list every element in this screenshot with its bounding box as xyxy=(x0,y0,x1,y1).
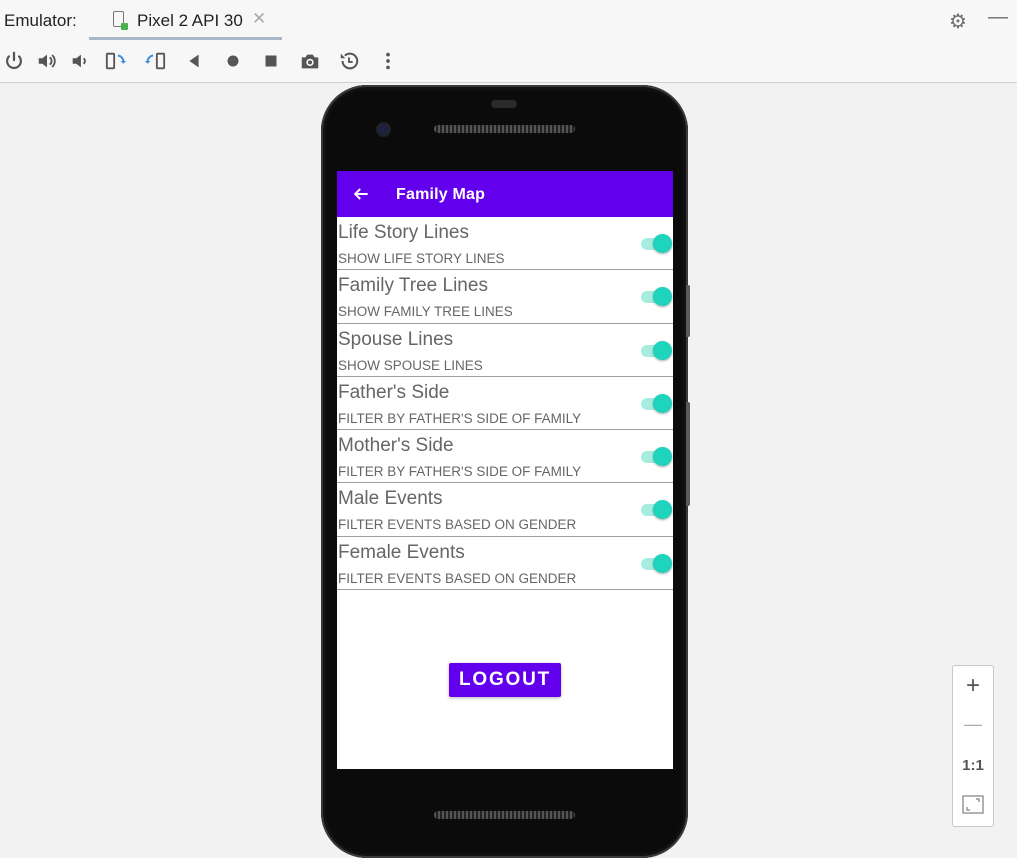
front-camera xyxy=(378,124,389,135)
setting-row-spouse-lines: Spouse Lines SHOW SPOUSE LINES xyxy=(337,324,673,377)
setting-subtitle: FILTER EVENTS BASED ON GENDER xyxy=(338,517,577,533)
tab-pixel-2-api-30[interactable]: Pixel 2 API 30 ✕ xyxy=(89,0,282,40)
toggle-switch-spouse-lines[interactable] xyxy=(641,340,672,360)
zoom-controls: + — 1:1 xyxy=(952,665,994,827)
toggle-switch-life-story-lines[interactable] xyxy=(641,234,672,253)
volume-side-button[interactable] xyxy=(686,402,690,506)
rotate-left-icon[interactable] xyxy=(105,50,127,72)
gear-icon[interactable]: ⚙ xyxy=(949,9,967,34)
setting-title: Life Story Lines xyxy=(338,222,469,243)
logout-button[interactable]: LOGOUT xyxy=(449,663,561,697)
rotate-right-icon[interactable] xyxy=(144,50,166,72)
setting-title: Mother's Side xyxy=(338,435,454,457)
switch-knob xyxy=(653,340,672,360)
bottom-speaker-grille xyxy=(434,811,575,819)
app-bar: Family Map xyxy=(337,171,673,217)
setting-subtitle: SHOW SPOUSE LINES xyxy=(338,357,483,373)
switch-knob xyxy=(653,287,672,307)
setting-subtitle: FILTER BY FATHER'S SIDE OF FAMILY xyxy=(338,464,582,480)
minimize-icon[interactable]: — xyxy=(988,6,1008,29)
zoom-out-button[interactable]: — xyxy=(953,714,993,735)
top-speaker-grille xyxy=(434,125,575,133)
toggle-switch-male-events[interactable] xyxy=(641,500,672,520)
setting-subtitle: FILTER EVENTS BASED ON GENDER xyxy=(338,570,577,586)
power-side-button[interactable] xyxy=(686,285,690,337)
back-icon[interactable] xyxy=(183,50,205,72)
toggle-switch-mothers-side[interactable] xyxy=(641,447,672,467)
setting-subtitle: SHOW LIFE STORY LINES xyxy=(338,251,505,266)
setting-row-fathers-side: Father's Side FILTER BY FATHER'S SIDE OF… xyxy=(337,377,673,431)
setting-row-female-events: Female Events FILTER EVENTS BASED ON GEN… xyxy=(337,537,673,591)
tab-title: Pixel 2 API 30 xyxy=(137,11,243,30)
setting-title: Male Events xyxy=(338,488,443,510)
setting-title: Family Tree Lines xyxy=(338,275,488,297)
arrow-back-icon[interactable] xyxy=(351,184,371,204)
switch-knob xyxy=(653,234,672,253)
setting-title: Spouse Lines xyxy=(338,328,454,350)
actual-size-button[interactable]: 1:1 xyxy=(953,757,993,774)
settings-list: Life Story Lines SHOW LIFE STORY LINES F… xyxy=(337,217,673,591)
switch-knob xyxy=(653,500,672,520)
switch-knob xyxy=(653,447,672,467)
fit-screen-icon[interactable] xyxy=(953,795,993,820)
setting-row-life-story-lines: Life Story Lines SHOW LIFE STORY LINES xyxy=(337,217,673,271)
snapshot-icon[interactable] xyxy=(338,50,360,72)
app-title: Family Map xyxy=(396,186,486,203)
screenshot-icon[interactable] xyxy=(299,50,321,72)
device-icon xyxy=(113,11,128,30)
more-icon[interactable] xyxy=(377,50,399,72)
setting-subtitle: FILTER BY FATHER'S SIDE OF FAMILY xyxy=(338,410,582,426)
emulator-toolbar xyxy=(0,40,1017,83)
zoom-in-button[interactable]: + xyxy=(953,672,993,700)
switch-knob xyxy=(653,393,672,413)
toggle-switch-female-events[interactable] xyxy=(641,553,672,573)
overview-icon[interactable] xyxy=(260,50,282,72)
toggle-switch-family-tree-lines[interactable] xyxy=(641,287,672,307)
close-tab-icon[interactable]: ✕ xyxy=(252,9,266,29)
setting-subtitle: SHOW FAMILY TREE LINES xyxy=(338,304,513,320)
switch-knob xyxy=(653,553,672,573)
setting-row-family-tree-lines: Family Tree Lines SHOW FAMILY TREE LINES xyxy=(337,270,673,324)
setting-row-male-events: Male Events FILTER EVENTS BASED ON GENDE… xyxy=(337,483,673,537)
volume-up-icon[interactable] xyxy=(36,50,58,72)
device-screen: Family Map Life Story Lines SHOW LIFE ST… xyxy=(337,171,673,769)
emulator-label: Emulator: xyxy=(4,11,77,30)
home-icon[interactable] xyxy=(222,50,244,72)
power-icon[interactable] xyxy=(3,50,25,72)
setting-row-mothers-side: Mother's Side FILTER BY FATHER'S SIDE OF… xyxy=(337,430,673,484)
setting-title: Female Events xyxy=(338,541,465,563)
toggle-switch-fathers-side[interactable] xyxy=(641,393,672,413)
volume-down-icon[interactable] xyxy=(69,50,91,72)
emulator-tab-bar: Emulator: Pixel 2 API 30 ✕ ⚙ — xyxy=(0,0,1017,40)
setting-title: Father's Side xyxy=(338,381,450,403)
earpiece xyxy=(491,100,517,108)
